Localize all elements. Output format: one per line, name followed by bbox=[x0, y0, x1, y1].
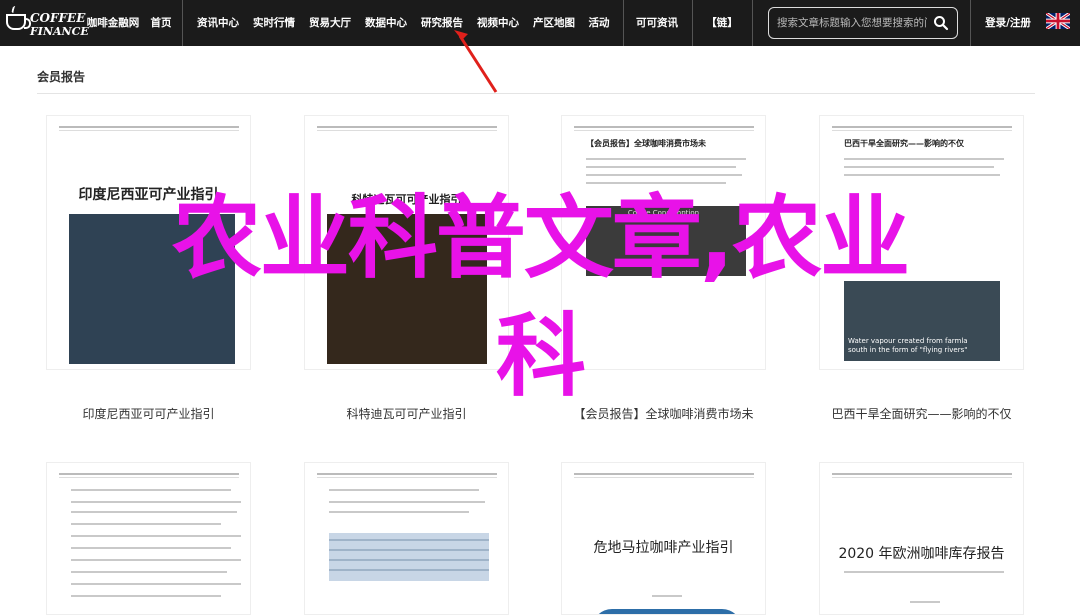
nav-item-coffee-finance[interactable]: 咖啡金融网 bbox=[86, 0, 140, 46]
nav-item-video[interactable]: 视频中心 bbox=[474, 0, 522, 46]
doc-header-rule bbox=[317, 130, 497, 131]
top-nav-bar: COFFEE FINANCE 咖啡金融网 首页 资讯中心 实时行情 贸易大厅 数… bbox=[0, 0, 1080, 46]
section-divider bbox=[37, 93, 1035, 94]
doc-title: 印度尼西亚可产业指引 bbox=[78, 187, 219, 203]
doc-text-line bbox=[586, 158, 746, 160]
doc-header-line bbox=[59, 126, 239, 128]
doc-header-rule bbox=[832, 130, 1012, 131]
doc-header-rule bbox=[574, 477, 754, 478]
doc-title: 科特迪瓦可可产业指引 bbox=[351, 193, 462, 206]
steam-mark bbox=[11, 6, 18, 13]
report-thumbnail[interactable]: 危地马拉咖啡产业指引 bbox=[561, 462, 766, 615]
doc-header-rule bbox=[59, 477, 239, 478]
doc-text-line bbox=[329, 511, 469, 513]
doc-cover-photo bbox=[327, 214, 487, 364]
report-thumbnail[interactable]: 【会员报告】全球咖啡消费市场未 Coffee Consumption bbox=[561, 115, 766, 370]
doc-header-rule bbox=[59, 130, 239, 131]
report-caption[interactable]: 巴西干旱全面研究——影响的不仅 bbox=[819, 405, 1024, 422]
report-thumbnail[interactable] bbox=[46, 462, 251, 615]
doc-header-line bbox=[317, 126, 497, 128]
doc-chart-label: Coffee Consumption bbox=[627, 209, 700, 217]
report-thumbnail[interactable]: 巴西干旱全面研究——影响的不仅 Water vapour created fro… bbox=[819, 115, 1024, 370]
doc-text-line bbox=[71, 595, 221, 597]
nav-item-events[interactable]: 活动 bbox=[584, 0, 614, 46]
search-input[interactable] bbox=[777, 14, 927, 32]
nav-item-research[interactable]: 研究报告 bbox=[418, 0, 466, 46]
doc-title: 巴西干旱全面研究——影响的不仅 bbox=[844, 139, 964, 148]
nav-item-origin-map[interactable]: 产区地图 bbox=[530, 0, 578, 46]
nav-divider bbox=[692, 0, 693, 46]
doc-table-row bbox=[329, 539, 489, 541]
report-caption[interactable]: 科特迪瓦可可产业指引 bbox=[304, 405, 509, 422]
report-caption[interactable]: 【会员报告】全球咖啡消费市场未 bbox=[561, 405, 766, 422]
nav-item-chain[interactable]: 【链】 bbox=[702, 0, 742, 46]
doc-header-line bbox=[574, 473, 754, 475]
photo-caption-line1: Water vapour created from farmla bbox=[848, 337, 968, 345]
doc-header-line bbox=[317, 473, 497, 475]
nav-divider bbox=[752, 0, 753, 46]
doc-header-line bbox=[59, 473, 239, 475]
doc-text-line bbox=[652, 595, 682, 597]
doc-text-line bbox=[586, 182, 726, 184]
doc-title: 危地马拉咖啡产业指引 bbox=[593, 540, 734, 556]
doc-text-line bbox=[844, 158, 1004, 160]
doc-title: 【会员报告】全球咖啡消费市场未 bbox=[586, 139, 706, 148]
doc-text-line bbox=[844, 166, 994, 168]
login-register-link[interactable]: 登录/注册 bbox=[980, 0, 1036, 46]
nav-item-data-center[interactable]: 数据中心 bbox=[362, 0, 410, 46]
nav-item-cocoa[interactable]: 可可资讯 bbox=[632, 0, 682, 46]
doc-text-line bbox=[586, 174, 742, 176]
doc-text-line bbox=[71, 547, 231, 549]
report-thumbnail[interactable]: 2020 年欧洲咖啡库存报告 bbox=[819, 462, 1024, 615]
doc-text-line bbox=[71, 583, 241, 585]
doc-table-row bbox=[329, 549, 489, 551]
doc-header-rule bbox=[317, 477, 497, 478]
photo-caption-line2: south in the form of "flying rivers" bbox=[848, 346, 968, 354]
nav-item-trade-hall[interactable]: 贸易大厅 bbox=[306, 0, 354, 46]
nav-divider bbox=[182, 0, 183, 46]
doc-text-line bbox=[586, 166, 736, 168]
doc-header-line bbox=[832, 126, 1012, 128]
doc-cover-photo bbox=[69, 214, 235, 364]
search-icon[interactable] bbox=[933, 15, 949, 31]
doc-text-line bbox=[329, 501, 485, 503]
doc-text-line bbox=[71, 571, 227, 573]
nav-item-quotes[interactable]: 实时行情 bbox=[250, 0, 298, 46]
report-thumbnail[interactable]: 印度尼西亚可产业指引 bbox=[46, 115, 251, 370]
report-thumbnail[interactable] bbox=[304, 462, 509, 615]
doc-table-row bbox=[329, 559, 489, 561]
logo-text-line1: COFFEE bbox=[30, 11, 86, 25]
uk-flag-icon[interactable] bbox=[1046, 13, 1070, 29]
logo-text-line2: FINANCE bbox=[30, 25, 89, 38]
search-box bbox=[768, 7, 958, 39]
nav-item-home[interactable]: 首页 bbox=[146, 0, 176, 46]
doc-text-line bbox=[71, 489, 231, 491]
site-logo[interactable]: COFFEE FINANCE bbox=[6, 6, 89, 40]
doc-header-line bbox=[832, 473, 1012, 475]
nav-divider bbox=[970, 0, 971, 46]
doc-text-line bbox=[71, 501, 241, 503]
doc-text-line bbox=[329, 489, 479, 491]
doc-cover-graphic bbox=[592, 609, 742, 614]
nav-item-news[interactable]: 资讯中心 bbox=[194, 0, 242, 46]
coffee-cup-icon bbox=[6, 14, 31, 30]
report-thumbnail[interactable]: 科特迪瓦可可产业指引 bbox=[304, 115, 509, 370]
doc-text-line bbox=[844, 571, 1004, 573]
doc-text-line bbox=[71, 559, 241, 561]
doc-title: 2020 年欧洲咖啡库存报告 bbox=[838, 546, 1005, 562]
doc-header-rule bbox=[574, 130, 754, 131]
doc-header-rule bbox=[832, 477, 1012, 478]
section-title: 会员报告 bbox=[37, 70, 86, 84]
doc-header-line bbox=[574, 126, 754, 128]
doc-text-line bbox=[71, 523, 221, 525]
doc-table-row bbox=[329, 569, 489, 571]
report-caption[interactable]: 印度尼西亚可可产业指引 bbox=[46, 405, 251, 422]
doc-text-line bbox=[910, 601, 940, 603]
doc-text-line bbox=[71, 511, 237, 513]
doc-text-line bbox=[844, 174, 1000, 176]
doc-text-line bbox=[71, 535, 241, 537]
nav-divider bbox=[623, 0, 624, 46]
